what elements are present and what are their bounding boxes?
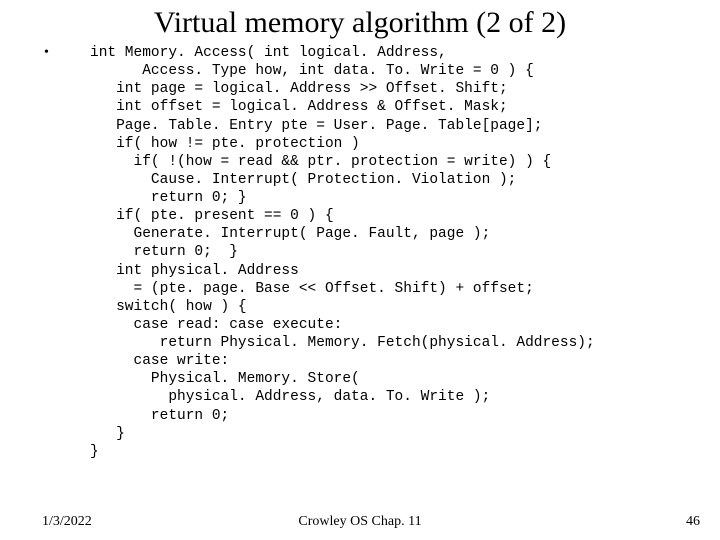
code-block: int Memory. Access( int logical. Address… [60,44,720,461]
bullet-icon: • [44,46,49,60]
footer-center: Crowley OS Chap. 11 [0,514,720,530]
slide-title: Virtual memory algorithm (2 of 2) [0,0,720,44]
footer-page-number: 46 [686,514,700,530]
slide: Virtual memory algorithm (2 of 2) • int … [0,0,720,540]
slide-body: • int Memory. Access( int logical. Addre… [0,44,720,461]
